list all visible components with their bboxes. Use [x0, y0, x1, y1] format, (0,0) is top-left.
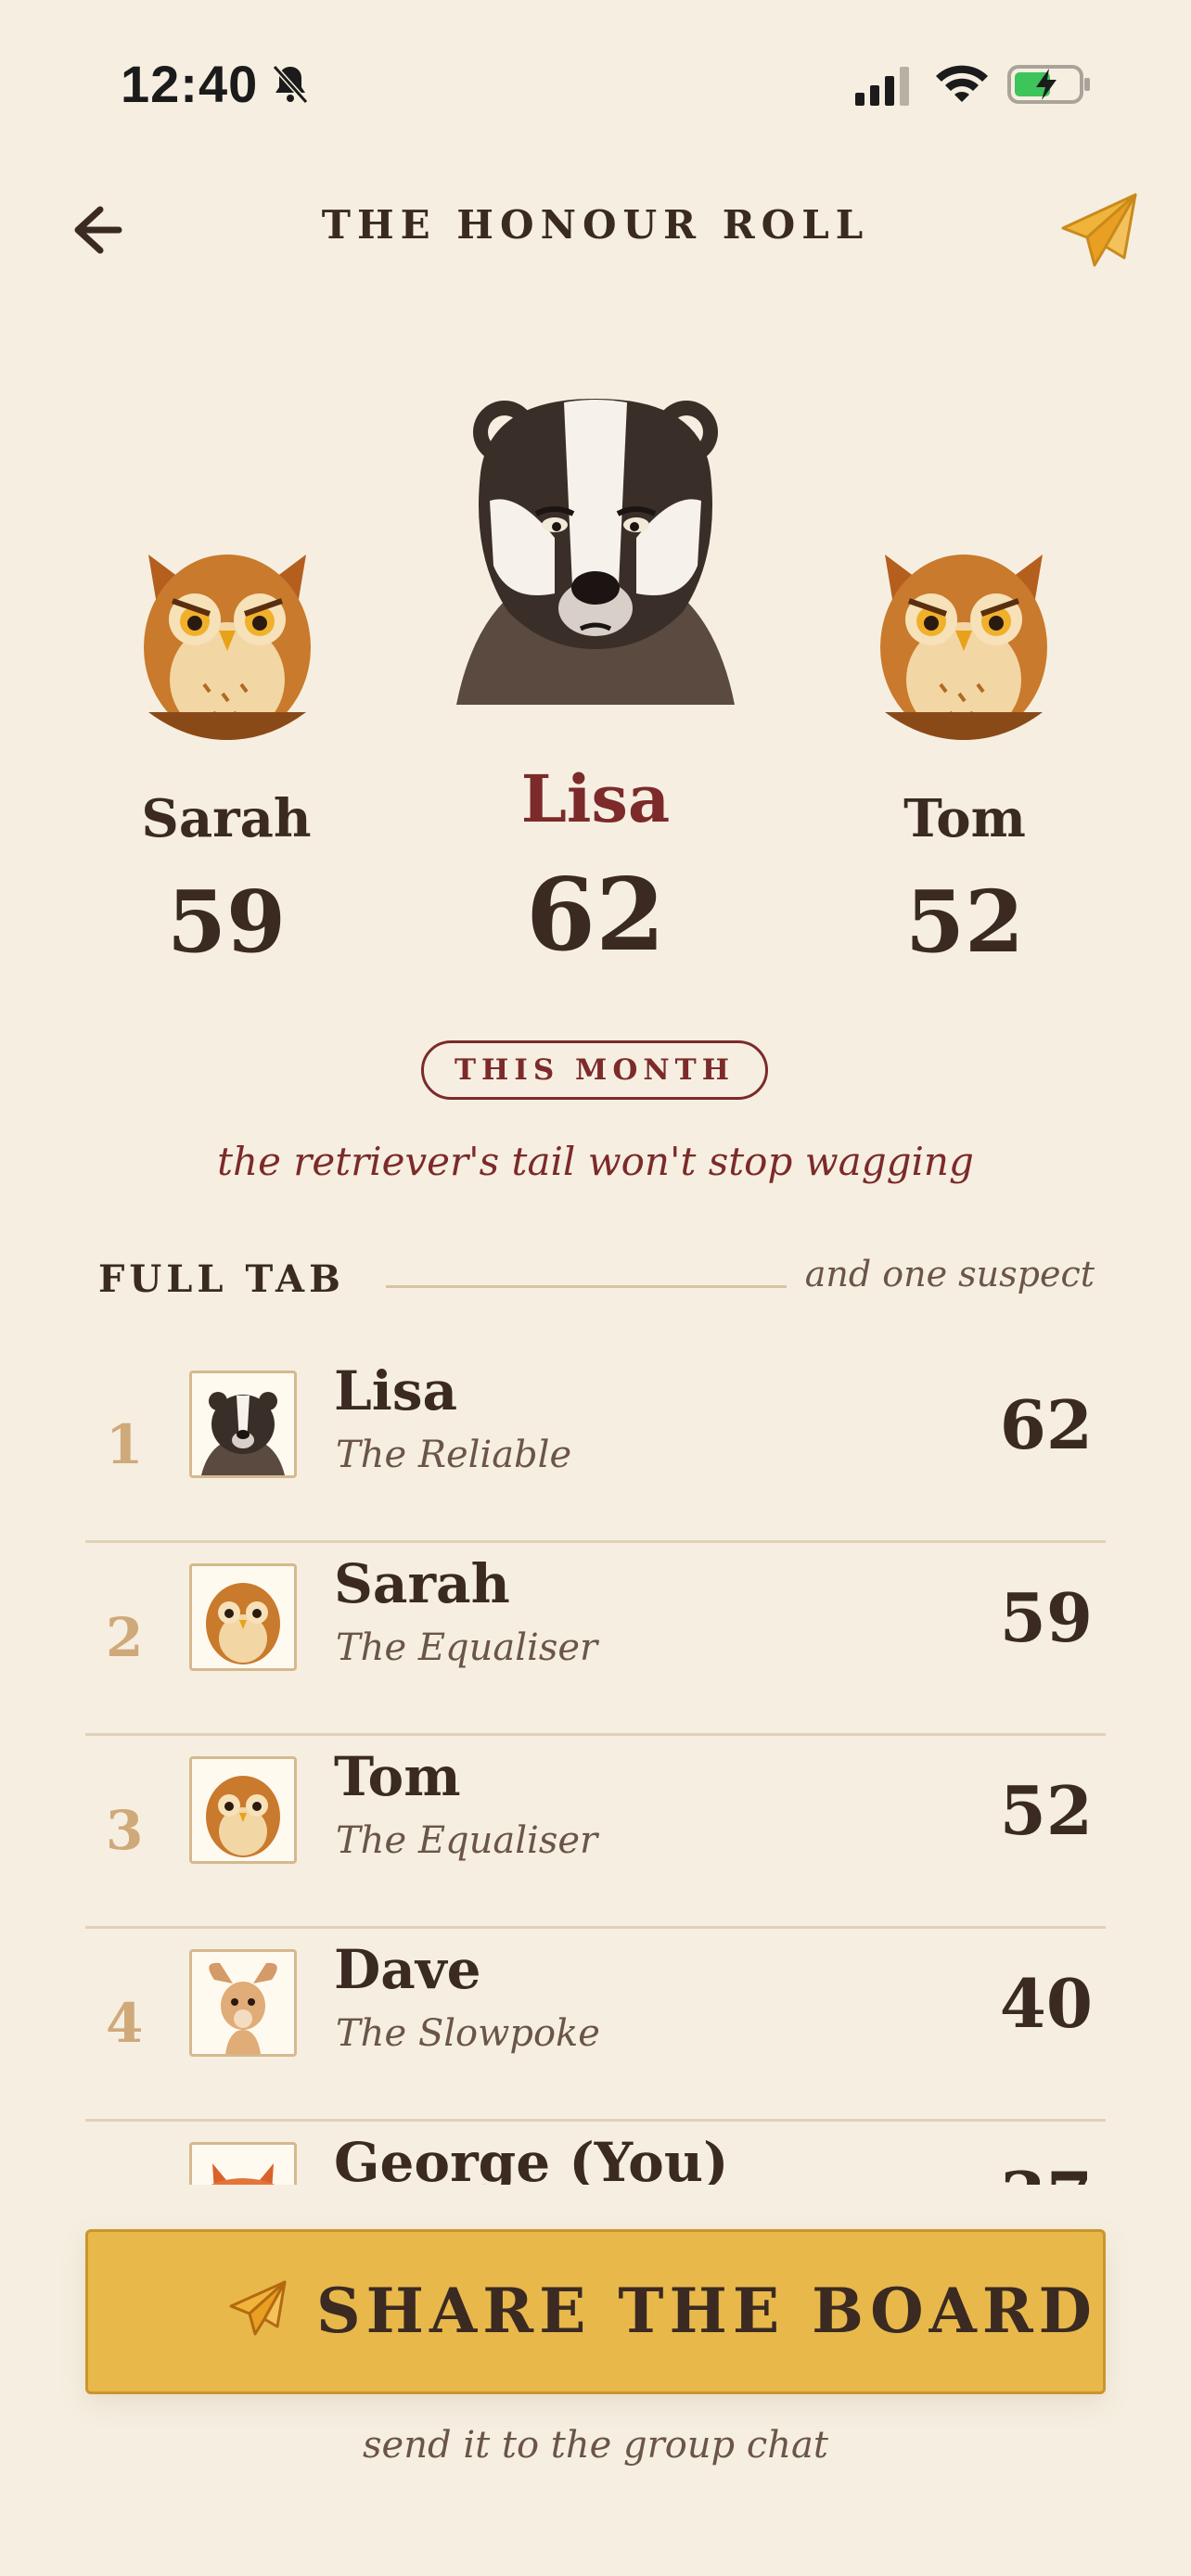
- owl-icon: [206, 1583, 280, 1664]
- leaderboard-list[interactable]: 1 Lisa The Reliable 62 2 Sarah The Equal…: [85, 1350, 1106, 2185]
- paper-plane-icon[interactable]: [1057, 191, 1141, 271]
- rank-number: 3: [106, 1799, 144, 1862]
- player-score: 59: [999, 1578, 1093, 1657]
- avatar: [189, 2142, 297, 2185]
- player-title: The Equaliser: [336, 1626, 598, 1669]
- list-item[interactable]: 5 George (You) 37: [85, 2122, 1106, 2185]
- list-item[interactable]: 3 Tom The Equaliser 52: [85, 1736, 1106, 1929]
- divider: [386, 1285, 787, 1288]
- signal-icon: [855, 67, 909, 106]
- podium-second-name: Sarah: [141, 788, 312, 849]
- player-name: Lisa: [334, 1359, 458, 1422]
- player-score: 40: [999, 1964, 1093, 2043]
- podium-third-name: Tom: [903, 788, 1026, 849]
- page-title: THE HONOUR ROLL: [321, 202, 870, 248]
- fox-icon: [211, 2163, 275, 2185]
- owl-avatar-second: [144, 555, 311, 740]
- player-title: The Slowpoke: [336, 2012, 600, 2055]
- podium-first-name: Lisa: [520, 760, 671, 837]
- badger-icon: [201, 1392, 285, 1475]
- rank-number: 2: [106, 1606, 144, 1669]
- player-name: Sarah: [334, 1552, 510, 1615]
- player-title: The Equaliser: [336, 1819, 598, 1862]
- podium-first-score: 62: [525, 857, 666, 974]
- wifi-icon: [936, 65, 988, 102]
- share-subtext: send it to the group chat: [363, 2424, 828, 2467]
- rank-number: 4: [106, 1992, 144, 2055]
- owl-avatar-third: [880, 555, 1047, 740]
- avatar: [189, 1371, 297, 1478]
- period-filter[interactable]: THIS MONTH: [421, 1040, 768, 1100]
- top-nav: THE HONOUR ROLL: [0, 176, 1191, 278]
- bell-slash-icon: [272, 64, 309, 105]
- player-name: Dave: [334, 1938, 481, 2001]
- avatar: [189, 1949, 297, 2057]
- full-tab-heading: FULL TAB: [98, 1257, 345, 1301]
- player-score: 37: [1000, 2157, 1093, 2185]
- podium-third-score: 52: [904, 872, 1025, 972]
- avatar: [189, 1563, 297, 1671]
- paper-plane-icon: [229, 2280, 287, 2336]
- player-score: 62: [999, 1385, 1093, 1464]
- tagline: the retriever's tail won't stop wagging: [217, 1139, 974, 1184]
- list-item[interactable]: 1 Lisa The Reliable 62: [85, 1350, 1106, 1543]
- player-title: The Reliable: [336, 1434, 572, 1476]
- player-name: George (You): [334, 2131, 729, 2185]
- list-item[interactable]: 2 Sarah The Equaliser 59: [85, 1543, 1106, 1736]
- badger-avatar-first: [456, 399, 735, 705]
- player-score: 52: [999, 1771, 1093, 1850]
- list-item[interactable]: 4 Dave The Slowpoke 40: [85, 1929, 1106, 2122]
- status-time: 12:40: [121, 55, 259, 113]
- owl-icon: [206, 1776, 280, 1857]
- avatar: [189, 1756, 297, 1864]
- deer-icon: [209, 1962, 277, 2054]
- share-board-button[interactable]: SHARE THE BOARD: [85, 2229, 1106, 2394]
- status-bar: 12:40: [0, 0, 1191, 167]
- podium-second-score: 59: [166, 872, 287, 972]
- player-name: Tom: [334, 1745, 461, 1808]
- full-tab-note: and one suspect: [804, 1254, 1095, 1294]
- share-button-label: SHARE THE BOARD: [316, 2275, 1097, 2347]
- battery-charging-icon: [1007, 65, 1090, 104]
- rank-number: 1: [106, 1413, 144, 1476]
